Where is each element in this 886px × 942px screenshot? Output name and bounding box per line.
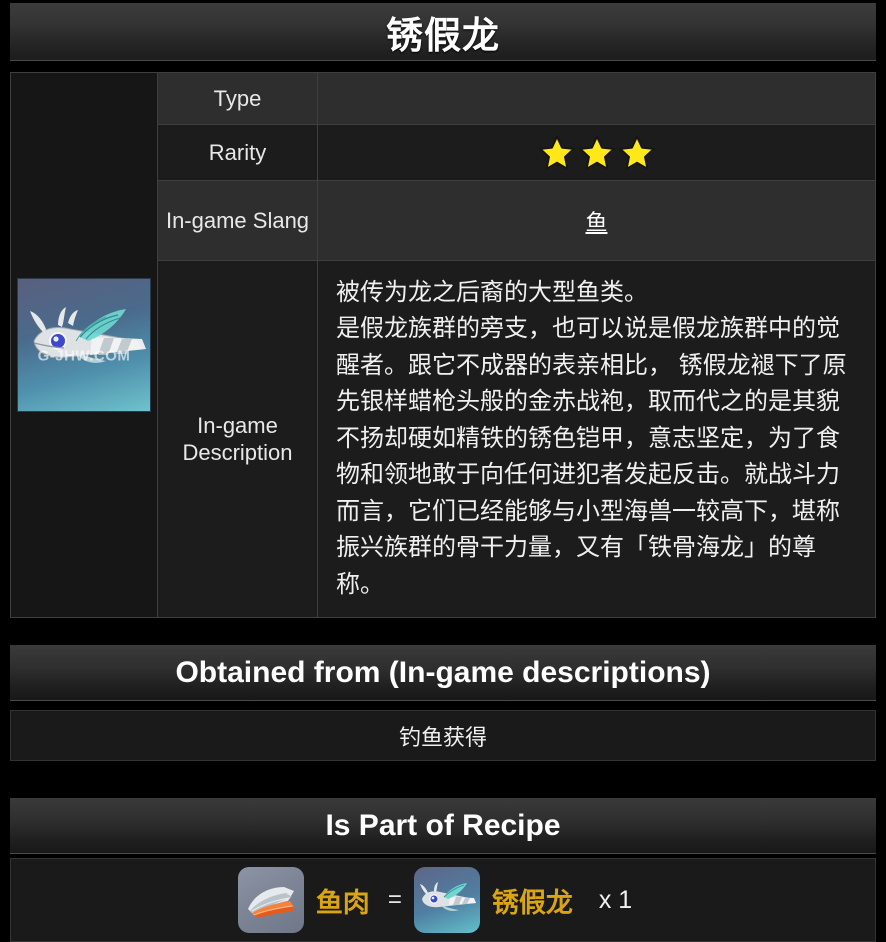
label-ingame-slang: In-game Slang: [157, 180, 318, 261]
fish-creature-small-illustration: [419, 882, 476, 911]
description-line-2: 是假龙族群的旁支，也可以说是假龙族群中的觉醒者。跟它不成器的表亲相比， 锈假龙褪…: [336, 315, 847, 598]
item-thumbnail-cell: G-JHW.COM: [10, 71, 158, 619]
table-row-type: G-JHW.COM Type: [10, 71, 876, 619]
slang-link[interactable]: 鱼: [585, 210, 607, 235]
recipe-ingredient-name[interactable]: 锈假龙: [492, 881, 573, 920]
value-type: [317, 72, 876, 125]
item-info-table: G-JHW.COM Type Rarity In-game Slang 鱼 In…: [10, 71, 876, 619]
label-type: Type: [157, 72, 318, 125]
rust-false-dragon-icon[interactable]: [413, 867, 480, 933]
fish-meat-icon[interactable]: [237, 867, 304, 933]
label-ingame-description: In-game Description: [157, 259, 318, 619]
value-ingame-description: 被传为龙之后裔的大型鱼类。 是假龙族群的旁支，也可以说是假龙族群中的觉醒者。跟它…: [317, 259, 876, 619]
star-icon: [578, 134, 616, 172]
recipe-row: 鱼肉 = 锈假龙 x 1: [10, 858, 876, 942]
is-part-of-recipe-header: Is Part of Recipe: [10, 798, 876, 854]
recipe-line: 鱼肉 = 锈假龙 x 1: [237, 867, 633, 933]
recipe-quantity: x 1: [598, 885, 633, 914]
fish-creature-illustration: [30, 307, 146, 363]
rarity-stars: [328, 134, 865, 172]
item-thumbnail[interactable]: G-JHW.COM: [17, 278, 151, 413]
page-title: 锈假龙: [386, 14, 500, 56]
value-ingame-slang: 鱼: [317, 180, 876, 261]
equals-sign: =: [387, 886, 402, 913]
description-line-1: 被传为龙之后裔的大型鱼类。: [336, 279, 648, 306]
star-icon: [618, 134, 656, 172]
value-rarity: [317, 124, 876, 181]
star-icon: [538, 134, 576, 172]
fish-meat-illustration: [247, 887, 294, 918]
obtained-from-value: 钓鱼获得: [10, 710, 876, 761]
recipe-result-name[interactable]: 鱼肉: [316, 881, 370, 920]
obtained-from-header: Obtained from (In-game descriptions): [10, 645, 876, 701]
label-rarity: Rarity: [157, 124, 318, 181]
item-detail-page: 锈假龙 G-JHW.COM Type Rarity In-game Slang …: [0, 0, 886, 942]
page-title-bar: 锈假龙: [10, 3, 876, 61]
